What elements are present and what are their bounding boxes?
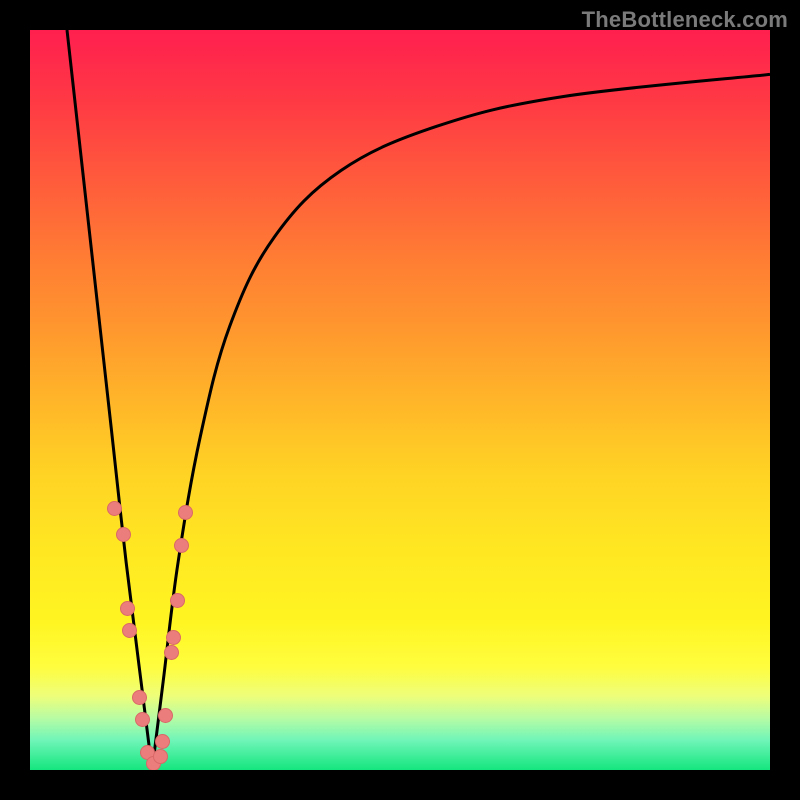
data-point — [122, 623, 137, 638]
data-point — [132, 690, 147, 705]
data-point — [135, 712, 150, 727]
data-point — [107, 501, 122, 516]
curve-right — [152, 74, 770, 770]
bottleneck-curve — [30, 30, 770, 770]
data-point — [153, 749, 168, 764]
data-point — [178, 505, 193, 520]
plot-area — [30, 30, 770, 770]
chart-frame: TheBottleneck.com — [0, 0, 800, 800]
data-point — [120, 601, 135, 616]
data-point — [166, 630, 181, 645]
curve-left — [67, 30, 152, 770]
data-point — [116, 527, 131, 542]
